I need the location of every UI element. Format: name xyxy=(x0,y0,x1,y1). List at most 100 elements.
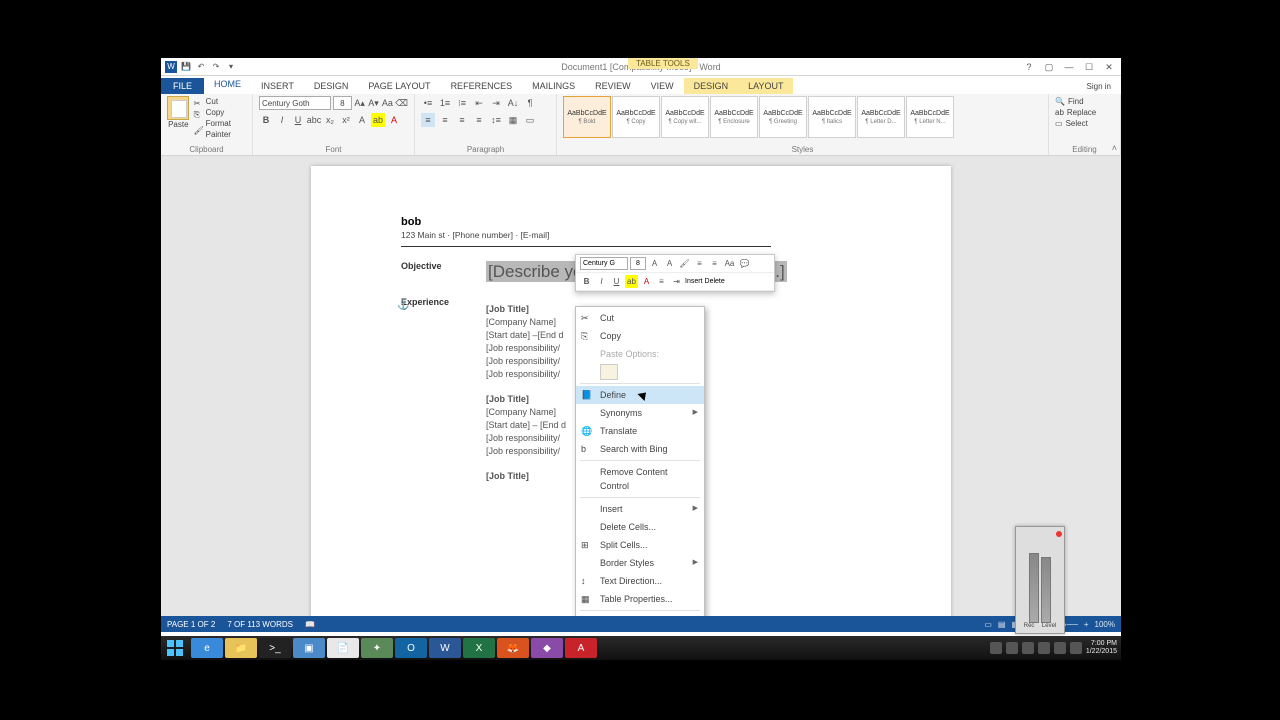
zoom-in[interactable]: + xyxy=(1084,620,1089,629)
tab-file[interactable]: FILE xyxy=(161,78,204,94)
tab-mailings[interactable]: MAILINGS xyxy=(522,78,585,94)
save-icon[interactable]: 💾 xyxy=(180,61,192,73)
style-item[interactable]: AaBbCcDdE¶ Letter N... xyxy=(906,96,954,138)
cm-cut[interactable]: ✂Cut xyxy=(576,309,704,327)
mini-align[interactable]: ≡ xyxy=(655,275,668,288)
tray-icon[interactable] xyxy=(1006,642,1018,654)
ribbon-display-button[interactable]: ▢ xyxy=(1039,60,1059,74)
font-color-button[interactable]: A xyxy=(387,113,401,127)
mini-font-color[interactable]: A xyxy=(640,275,653,288)
volume-overlay[interactable]: Rec Level xyxy=(1015,526,1065,634)
grow-font-button[interactable]: A▴ xyxy=(354,96,366,110)
cm-delete-cells[interactable]: Delete Cells... xyxy=(576,518,704,536)
underline-button[interactable]: U xyxy=(291,113,305,127)
minimize-button[interactable]: — xyxy=(1059,60,1079,74)
borders-button[interactable]: ▭ xyxy=(523,113,537,127)
bold-button[interactable]: B xyxy=(259,113,273,127)
align-center-button[interactable]: ≡ xyxy=(438,113,452,127)
sort-button[interactable]: A↓ xyxy=(506,96,520,110)
resume-name[interactable]: bob xyxy=(401,216,861,228)
tab-table-layout[interactable]: LAYOUT xyxy=(738,78,793,94)
tab-review[interactable]: REVIEW xyxy=(585,78,641,94)
taskbar-explorer[interactable]: 📁 xyxy=(225,638,257,658)
highlight-button[interactable]: ab xyxy=(371,113,385,127)
cm-search-bing[interactable]: bSearch with Bing xyxy=(576,440,704,458)
numbering-button[interactable]: 1≡ xyxy=(438,96,452,110)
mini-font-combo[interactable]: Century G xyxy=(580,257,628,270)
tray-icon[interactable] xyxy=(1038,642,1050,654)
superscript-button[interactable]: x² xyxy=(339,113,353,127)
tab-insert[interactable]: INSERT xyxy=(251,78,304,94)
style-item[interactable]: AaBbCcDdE¶ Greeting xyxy=(759,96,807,138)
shrink-font-button[interactable]: A▾ xyxy=(368,96,380,110)
mini-highlight[interactable]: ab xyxy=(625,275,638,288)
decrease-indent-button[interactable]: ⇤ xyxy=(472,96,486,110)
change-case-button[interactable]: Aa xyxy=(381,96,393,110)
strike-button[interactable]: abc xyxy=(307,113,321,127)
taskbar-cmd[interactable]: >_ xyxy=(259,638,291,658)
mini-shrink-font[interactable]: A xyxy=(663,257,676,270)
tray-volume-icon[interactable] xyxy=(1070,642,1082,654)
cut-button[interactable]: ✂Cut xyxy=(194,96,246,107)
tray-icon[interactable] xyxy=(990,642,1002,654)
font-name-combo[interactable]: Century Goth xyxy=(259,96,331,110)
resume-address[interactable]: 123 Main st · [Phone number] · [E-mail] xyxy=(401,230,771,247)
taskbar-excel[interactable]: X xyxy=(463,638,495,658)
tab-references[interactable]: REFERENCES xyxy=(441,78,523,94)
quick-access-toolbar[interactable]: W 💾 ↶ ↷ ▾ xyxy=(161,61,237,73)
qat-more-icon[interactable]: ▾ xyxy=(225,61,237,73)
experience-label[interactable]: Experience xyxy=(401,297,486,483)
taskbar-outlook[interactable]: O xyxy=(395,638,427,658)
subscript-button[interactable]: x₂ xyxy=(323,113,337,127)
mini-bold[interactable]: B xyxy=(580,275,593,288)
style-item[interactable]: AaBbCcDdE¶ Letter D... xyxy=(857,96,905,138)
mini-underline[interactable]: U xyxy=(610,275,623,288)
mini-new-comment[interactable]: 💬 xyxy=(738,257,751,270)
paste-button[interactable]: Paste xyxy=(167,96,190,140)
cm-translate[interactable]: 🌐Translate xyxy=(576,422,704,440)
taskbar-word[interactable]: W xyxy=(429,638,461,658)
style-item[interactable]: AaBbCcDdE¶ Copy xyxy=(612,96,660,138)
view-print-layout[interactable]: ▤ xyxy=(998,620,1006,629)
word-count[interactable]: 7 OF 113 WORDS xyxy=(227,620,293,629)
style-item[interactable]: AaBbCcDdE¶ Copy wit... xyxy=(661,96,709,138)
document-area[interactable]: bob 123 Main st · [Phone number] · [E-ma… xyxy=(161,156,1121,616)
help-button[interactable]: ? xyxy=(1019,60,1039,74)
mini-indent[interactable]: ⇥ xyxy=(670,275,683,288)
taskbar-ie[interactable]: e xyxy=(191,638,223,658)
cm-insert[interactable]: Insert▶ xyxy=(576,500,704,518)
tray-icon[interactable] xyxy=(1022,642,1034,654)
find-button[interactable]: 🔍Find xyxy=(1055,96,1114,107)
cm-table-properties[interactable]: ▦Table Properties... xyxy=(576,590,704,608)
italic-button[interactable]: I xyxy=(275,113,289,127)
cm-split-cells[interactable]: ⊞Split Cells... xyxy=(576,536,704,554)
cm-hyperlink[interactable]: 🔗Hyperlink... xyxy=(576,613,704,616)
replace-button[interactable]: abReplace xyxy=(1055,107,1114,118)
bullets-button[interactable]: •≡ xyxy=(421,96,435,110)
close-button[interactable]: ✕ xyxy=(1099,60,1119,74)
format-painter-button[interactable]: 🖌Format Painter xyxy=(194,118,246,140)
cm-copy[interactable]: ⎘Copy xyxy=(576,327,704,345)
tab-page-layout[interactable]: PAGE LAYOUT xyxy=(358,78,440,94)
cm-paste-option[interactable] xyxy=(576,363,704,381)
taskbar-adobe[interactable]: A xyxy=(565,638,597,658)
taskbar-app[interactable]: ◆ xyxy=(531,638,563,658)
increase-indent-button[interactable]: ⇥ xyxy=(489,96,503,110)
cm-text-direction[interactable]: ↕Text Direction... xyxy=(576,572,704,590)
style-gallery[interactable]: AaBbCcDdE¶ Bold AaBbCcDdE¶ Copy AaBbCcDd… xyxy=(563,96,1042,138)
clock[interactable]: 7:00 PM 1/22/2015 xyxy=(1086,640,1117,656)
align-right-button[interactable]: ≡ xyxy=(455,113,469,127)
mini-italic[interactable]: I xyxy=(595,275,608,288)
view-read-mode[interactable]: ▭ xyxy=(984,620,992,629)
style-item[interactable]: AaBbCcDdE¶ Italics xyxy=(808,96,856,138)
mini-bullets[interactable]: ≡ xyxy=(693,257,706,270)
mini-styles[interactable]: Aa xyxy=(723,257,736,270)
tab-home[interactable]: HOME xyxy=(204,76,251,94)
tab-table-design[interactable]: DESIGN xyxy=(684,78,739,94)
mini-delete[interactable]: Delete xyxy=(705,278,725,285)
copy-button[interactable]: ⎘Copy xyxy=(194,107,246,118)
mini-numbering[interactable]: ≡ xyxy=(708,257,721,270)
page-indicator[interactable]: PAGE 1 OF 2 xyxy=(167,620,215,629)
show-marks-button[interactable]: ¶ xyxy=(523,96,537,110)
taskbar-app[interactable]: ✦ xyxy=(361,638,393,658)
